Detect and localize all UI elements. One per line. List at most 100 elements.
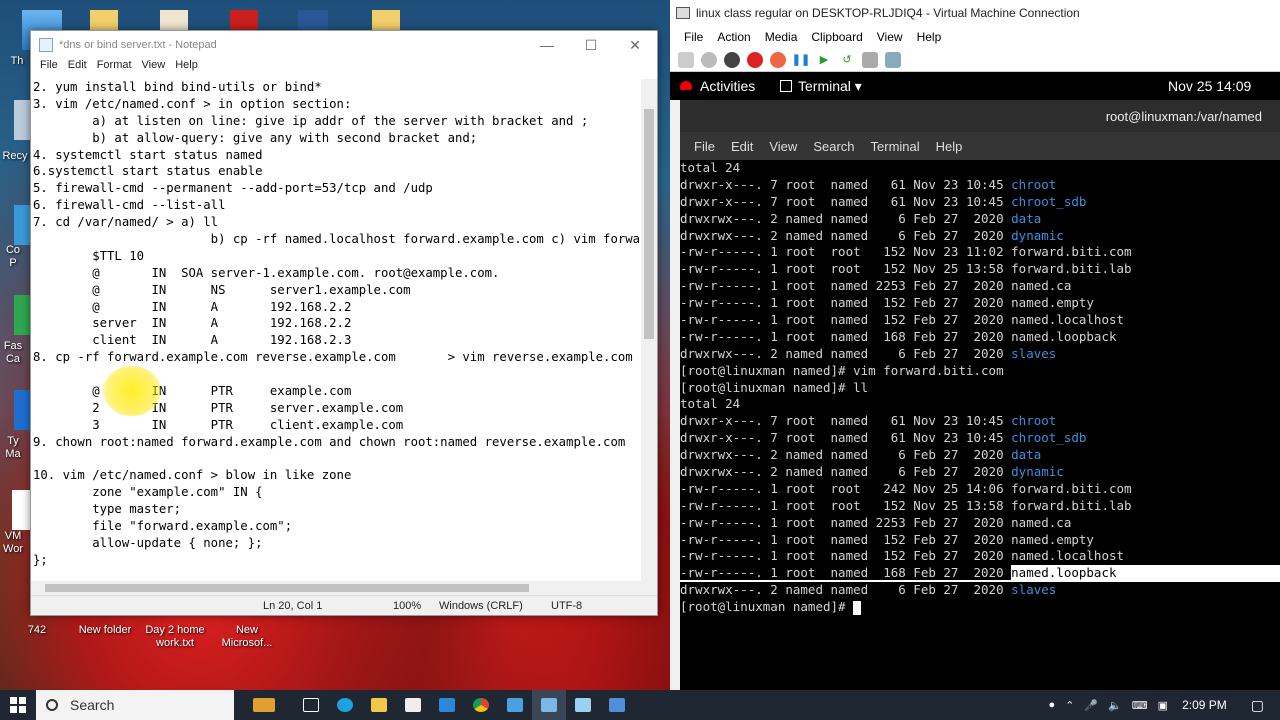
term-menu-search[interactable]: Search (805, 139, 862, 154)
desktop-icon-top2[interactable] (160, 10, 188, 32)
notifications-icon[interactable]: ▢ (1251, 697, 1264, 714)
vm-menu-view[interactable]: View (871, 26, 911, 48)
desktop-label[interactable]: New folder (70, 624, 140, 637)
terminal-line: -rw-r-----. 1 root named 152 Feb 27 2020… (680, 548, 1280, 565)
search-box[interactable]: Search (36, 690, 234, 720)
pause-icon[interactable]: ❚❚ (792, 52, 810, 68)
turn-off-icon[interactable] (724, 51, 740, 68)
terminal-line: -rw-r-----. 1 root root 152 Nov 25 13:58… (680, 498, 1280, 515)
menu-file[interactable]: File (35, 59, 63, 77)
reset-icon[interactable]: ↺ (839, 52, 855, 68)
desktop-icon-top1[interactable] (90, 10, 118, 32)
desktop-label[interactable]: New Microsof... (212, 624, 282, 650)
close-button[interactable]: ✕ (613, 31, 657, 59)
gnome-top-bar: Activities Terminal ▾ Nov 25 14:09 (670, 72, 1280, 100)
notepad-line: 3 IN PTR client.example.com (33, 417, 404, 432)
notepad-line: 5. firewall-cmd --permanent --add-port=5… (33, 181, 433, 196)
vertical-scrollbar[interactable] (641, 79, 657, 607)
clock[interactable]: Nov 25 14:09 (1168, 78, 1251, 94)
chevron-up-icon[interactable]: ⌃ (1065, 699, 1074, 712)
people-icon[interactable]: ● (1048, 699, 1055, 711)
term-menu-help[interactable]: Help (928, 139, 971, 154)
save-icon[interactable] (770, 51, 786, 68)
vm-menu-media[interactable]: Media (759, 26, 806, 48)
calculator-icon[interactable] (498, 690, 532, 720)
file-name: named.ca (1011, 278, 1072, 294)
chrome-icon[interactable] (464, 690, 498, 720)
term-menu-edit[interactable]: Edit (723, 139, 761, 154)
vm-menu-action[interactable]: Action (711, 26, 758, 48)
briefcase-icon[interactable] (234, 690, 294, 720)
checkpoint-icon[interactable] (862, 51, 878, 68)
menu-view[interactable]: View (137, 59, 171, 77)
store-icon[interactable] (396, 690, 430, 720)
microphone-icon[interactable]: 🎤 (1084, 699, 1098, 712)
minimize-button[interactable]: — (525, 31, 569, 59)
keyboard-icon[interactable]: ⌨ (1132, 699, 1148, 712)
app-menu[interactable]: Terminal ▾ (798, 78, 862, 95)
terminal-body[interactable]: total 24 drwxr-x---. 7 root named 61 Nov … (680, 160, 1280, 690)
maximize-button[interactable]: ☐ (569, 31, 613, 59)
notepad-line: @ IN SOA server-1.example.com. root@exam… (33, 265, 500, 280)
explorer-icon[interactable] (362, 690, 396, 720)
ctrl-alt-del-icon[interactable] (678, 51, 694, 68)
terminal-line: drwxrwx---. 2 named named 6 Feb 27 2020 … (680, 346, 1280, 363)
term-menu-file[interactable]: File (686, 139, 723, 154)
task-view-icon[interactable] (294, 690, 328, 720)
notepad-line: 8. cp -rf forward.example.com reverse.ex… (33, 350, 633, 365)
notepad-line: 2. yum install bind bind-utils or bind* (33, 80, 322, 94)
mail-icon[interactable] (430, 690, 464, 720)
vm-icon (676, 7, 690, 19)
vm-connection-window[interactable]: linux class regular on DESKTOP-RLJDIQ4 -… (670, 0, 1280, 690)
file-name: data (1011, 447, 1042, 463)
terminal-headerbar[interactable]: root@linuxman:/var/named (680, 100, 1280, 132)
resume-icon[interactable]: ▶ (816, 52, 832, 68)
vm-menu-help[interactable]: Help (911, 26, 950, 48)
terminal-window[interactable]: root@linuxman:/var/named File Edit View … (680, 100, 1280, 690)
shutdown-icon[interactable] (747, 51, 763, 68)
term-menu-view[interactable]: View (761, 139, 805, 154)
speaker-icon[interactable]: 🔈 (1108, 699, 1122, 712)
vm-titlebar[interactable]: linux class regular on DESKTOP-RLJDIQ4 -… (670, 0, 1280, 26)
notepad-line: 9. chown root:named forward.example.com … (33, 434, 626, 449)
terminal-line-text: total 24 (680, 396, 741, 412)
terminal-line-text: -rw-r-----. 1 root named 152 Feb 27 2020 (680, 531, 1012, 547)
network-icon[interactable]: ▣ (1158, 699, 1168, 712)
notepad-text-area[interactable]: 2. yum install bind bind-utils or bind* 3… (31, 79, 643, 607)
file-name: forward.biti.com (1011, 244, 1132, 260)
word-icon[interactable] (298, 10, 328, 32)
notepad-line: 6.systemctl start status enable (33, 164, 263, 179)
terminal-output[interactable]: total 24 drwxr-x---. 7 root named 61 Nov … (680, 160, 1280, 616)
file-name: slaves (1011, 582, 1057, 598)
file-name: named.loopback (1011, 328, 1117, 344)
horizontal-scrollbar[interactable] (31, 581, 643, 595)
notepad-line: b) at allow-query: give any with second … (33, 130, 478, 145)
menu-edit[interactable]: Edit (63, 59, 92, 77)
start-button[interactable] (0, 690, 36, 720)
desktop-icon-top3[interactable] (230, 10, 258, 32)
desktop-icon-top5[interactable] (372, 10, 400, 32)
desktop-label[interactable]: 742 (2, 624, 72, 637)
menu-help[interactable]: Help (170, 59, 203, 77)
term-menu-terminal[interactable]: Terminal (863, 139, 928, 154)
file-name: named.localhost (1011, 548, 1125, 564)
notepad-task-icon[interactable] (566, 690, 600, 720)
scroll-thumb[interactable] (644, 109, 654, 339)
desktop-label[interactable]: Day 2 home work.txt (140, 624, 210, 650)
notepad-line: client IN A 192.168.2.3 (33, 333, 352, 348)
edge-icon[interactable] (328, 690, 362, 720)
system-tray: ● ⌃ 🎤 🔈 ⌨ ▣ 2:09 PM ▢ (1048, 690, 1280, 720)
start-icon[interactable] (701, 51, 717, 68)
notepad-window-controls: — ☐ ✕ (525, 31, 657, 59)
vm-task-icon[interactable] (600, 690, 634, 720)
revert-icon[interactable] (885, 51, 901, 68)
taskbar: Search ● ⌃ 🎤 🔈 ⌨ ▣ 2:09 PM ▢ (0, 690, 1280, 720)
vm-menu-file[interactable]: File (678, 26, 711, 48)
menu-format[interactable]: Format (92, 59, 137, 77)
hyperv-icon[interactable] (532, 690, 566, 720)
taskbar-time[interactable]: 2:09 PM (1182, 698, 1227, 712)
vm-menu-clipboard[interactable]: Clipboard (805, 26, 870, 48)
activities-button[interactable]: Activities (700, 78, 755, 94)
notepad-window[interactable]: *dns or bind server.txt - Notepad — ☐ ✕ … (30, 30, 658, 616)
scroll-thumb[interactable] (45, 584, 529, 592)
